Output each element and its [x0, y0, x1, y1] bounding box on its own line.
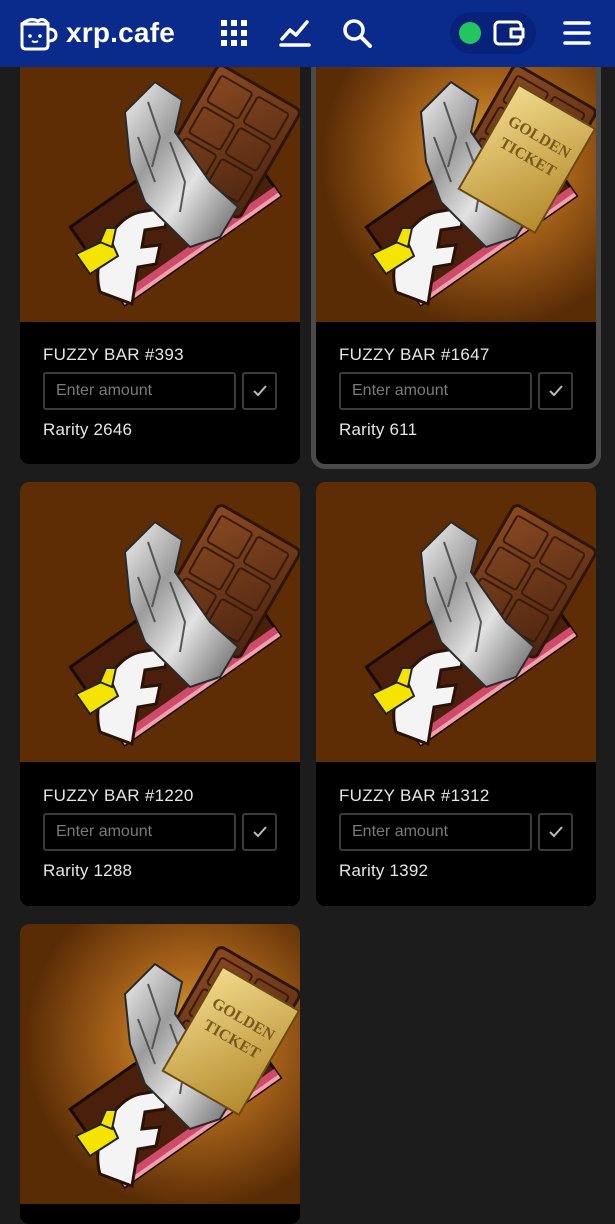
search-icon [343, 19, 372, 48]
cafe-cup-icon [20, 18, 58, 51]
nft-card[interactable]: FUZZY BAR #1647 Rarity 611 [316, 42, 596, 464]
rarity-label: Rarity 611 [339, 420, 418, 439]
rarity-label: Rarity 1288 [43, 861, 133, 880]
brand-name: xrp.cafe [66, 17, 175, 48]
brand-logo[interactable]: xrp.cafe [18, 15, 175, 51]
wallet-icon [493, 20, 525, 46]
chart-icon [279, 20, 311, 47]
check-icon [252, 826, 267, 838]
nft-card[interactable]: FUZZY BAR #1220 Rarity 1288 [20, 482, 300, 906]
connection-status-dot [459, 22, 481, 44]
check-icon [252, 385, 267, 397]
check-icon [548, 826, 563, 838]
nft-image[interactable] [316, 482, 596, 762]
amount-input[interactable] [339, 813, 532, 851]
nft-image[interactable] [20, 924, 300, 1204]
check-icon [548, 385, 563, 397]
main-menu-button[interactable] [558, 14, 596, 52]
nft-image[interactable] [20, 42, 300, 322]
collections-menu-button[interactable] [215, 14, 253, 52]
rarity-label: Rarity 2646 [43, 420, 133, 439]
confirm-button[interactable] [538, 372, 573, 410]
confirm-button[interactable] [242, 372, 277, 410]
nft-card[interactable]: FUZZY BAR #1312 Rarity 1392 [316, 482, 596, 906]
wallet-button[interactable] [450, 12, 536, 54]
nft-grid: FUZZY BAR #393 Rarity 2646 FUZZY BAR #16… [0, 0, 615, 1224]
confirm-button[interactable] [242, 813, 277, 851]
nft-title: FUZZY BAR #1312 [339, 786, 490, 805]
hamburger-menu-icon [563, 21, 591, 45]
nft-card[interactable]: FUZZY BAR #393 Rarity 2646 [20, 42, 300, 464]
amount-input[interactable] [43, 813, 236, 851]
nft-card[interactable] [20, 924, 300, 1224]
nft-title: FUZZY BAR #1647 [339, 345, 490, 364]
top-nav-bar: xrp.cafe [0, 0, 615, 67]
nft-title: FUZZY BAR #1220 [43, 786, 194, 805]
rarity-label: Rarity 1392 [339, 861, 429, 880]
nft-image[interactable] [316, 42, 596, 322]
search-button[interactable] [338, 14, 376, 52]
amount-input[interactable] [43, 372, 236, 410]
nft-title: FUZZY BAR #393 [43, 345, 184, 364]
amount-input[interactable] [339, 372, 532, 410]
grid-menu-icon [221, 20, 247, 46]
stats-button[interactable] [276, 14, 314, 52]
confirm-button[interactable] [538, 813, 573, 851]
nft-image[interactable] [20, 482, 300, 762]
